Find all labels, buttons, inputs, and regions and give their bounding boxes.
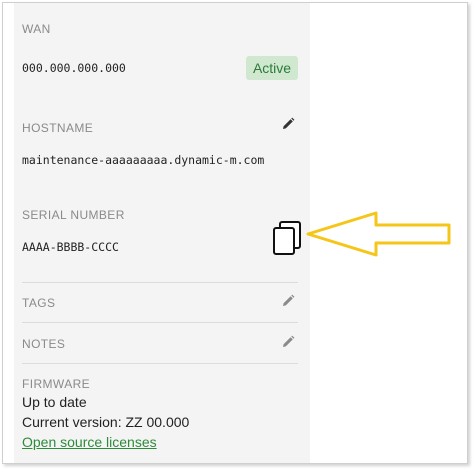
hostname-label: HOSTNAME: [22, 121, 94, 135]
firmware-status: Up to date: [22, 394, 87, 410]
device-details-card: WAN 000.000.000.000 Active HOSTNAME main…: [2, 2, 468, 464]
edit-hostname-pencil-icon[interactable]: [281, 117, 295, 131]
divider: [22, 363, 298, 364]
tags-label: TAGS: [22, 296, 56, 310]
serial-number-label: SERIAL NUMBER: [22, 208, 125, 222]
firmware-version: Current version: ZZ 00.000: [22, 414, 190, 430]
status-badge: Active: [246, 56, 298, 80]
copy-icon[interactable]: [272, 220, 304, 256]
wan-ip: 000.000.000.000: [22, 61, 126, 75]
edit-tags-pencil-icon[interactable]: [281, 294, 295, 308]
hostname-value: maintenance-aaaaaaaaa.dynamic-m.com: [22, 153, 265, 167]
open-source-licenses-link[interactable]: Open source licenses: [22, 434, 157, 450]
divider: [22, 322, 298, 323]
wan-label: WAN: [22, 22, 51, 36]
serial-number-value: AAAA-BBBB-CCCC: [22, 240, 119, 254]
firmware-label: FIRMWARE: [22, 377, 91, 391]
edit-notes-pencil-icon[interactable]: [281, 335, 295, 349]
notes-label: NOTES: [22, 337, 66, 351]
arrow-left-icon: [306, 211, 451, 257]
divider: [22, 282, 298, 283]
